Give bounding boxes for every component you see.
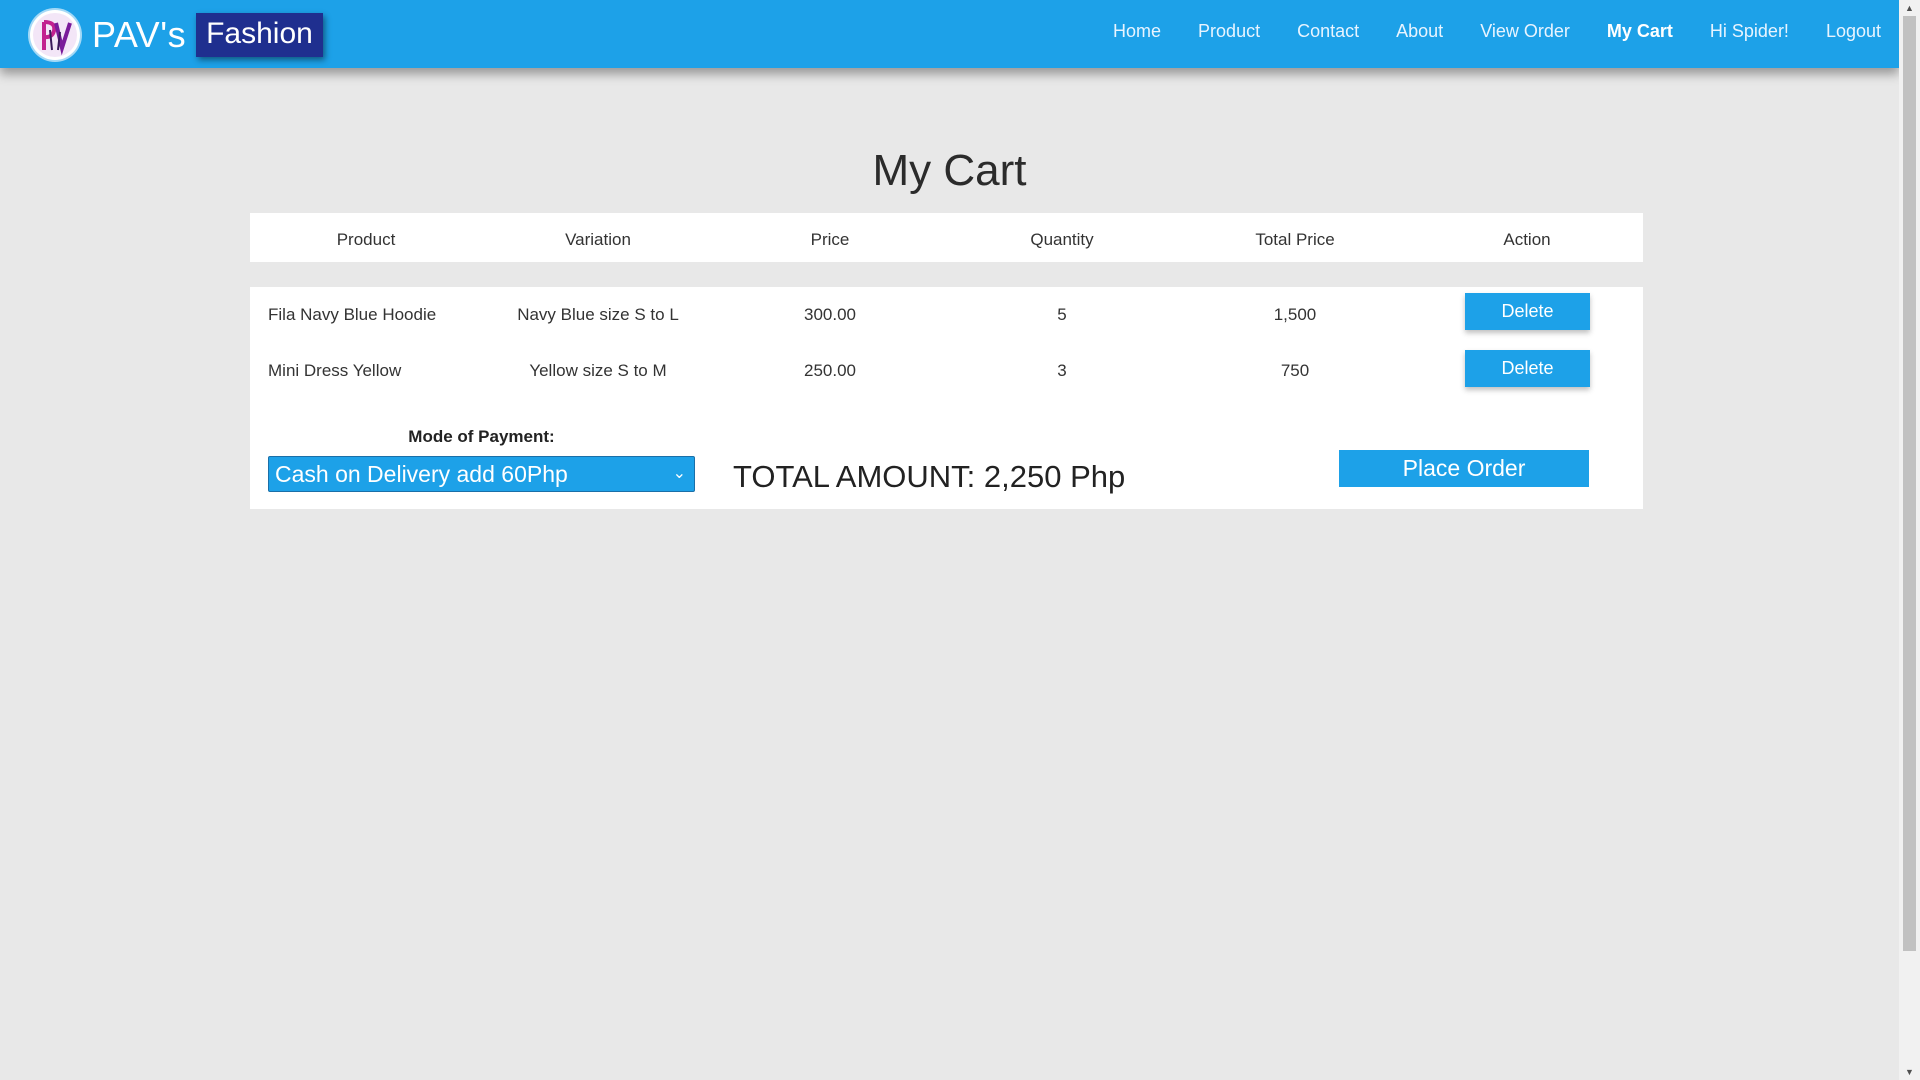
place-order-button[interactable]: Place Order (1339, 450, 1589, 487)
header-price: Price (810, 230, 850, 249)
nav-menu: Home Product Contact About View Order My… (1076, 0, 1881, 62)
header-product: Product (336, 230, 396, 249)
nav-about[interactable]: About (1396, 21, 1443, 42)
scroll-up-icon[interactable]: ▲ (1899, 0, 1920, 16)
page-title: My Cart (872, 146, 1027, 195)
row-variation: Navy Blue size S to L (517, 305, 679, 324)
brand[interactable]: PAV's Fashion (30, 5, 323, 65)
row-quantity: 5 (1057, 305, 1067, 324)
logo-graphic (33, 13, 77, 57)
brand-tag: Fashion (196, 13, 323, 57)
nav-logout[interactable]: Logout (1826, 21, 1881, 42)
header-quantity: Quantity (1030, 230, 1094, 249)
nav-view-order[interactable]: View Order (1480, 21, 1570, 42)
row-product: Fila Navy Blue Hoodie (268, 305, 437, 324)
chevron-down-icon: ⌄ (672, 465, 686, 482)
payment-mode-label: Mode of Payment: (408, 427, 555, 446)
total-amount: TOTAL AMOUNT: 2,250 Php (733, 459, 1126, 494)
nav-user-greeting[interactable]: Hi Spider! (1710, 21, 1789, 42)
payment-mode-value: Cash on Delivery add 60Php (275, 461, 568, 487)
scroll-down-icon[interactable]: ▼ (1899, 1064, 1920, 1080)
row-price: 250.00 (804, 361, 856, 380)
top-navbar: PAV's Fashion Home Product Contact About… (0, 0, 1899, 68)
header-variation: Variation (565, 230, 631, 249)
vertical-scrollbar[interactable]: ▲ ▼ (1899, 0, 1920, 1080)
nav-home[interactable]: Home (1113, 21, 1161, 42)
header-action: Action (1503, 230, 1551, 249)
nav-my-cart[interactable]: My Cart (1607, 21, 1673, 42)
brand-logo (30, 10, 80, 60)
payment-mode-select[interactable]: Cash on Delivery add 60Php ⌄ (268, 456, 695, 492)
scroll-thumb[interactable] (1903, 16, 1916, 951)
row-price: 300.00 (804, 305, 856, 324)
row-product: Mini Dress Yellow (268, 361, 402, 380)
page: PAV's Fashion Home Product Contact About… (0, 0, 1920, 1080)
nav-product[interactable]: Product (1198, 21, 1260, 42)
row-variation: Yellow size S to M (529, 361, 667, 380)
brand-name: PAV's (92, 14, 187, 55)
header-total-price: Total Price (1255, 230, 1335, 249)
delete-button[interactable]: Delete (1465, 350, 1590, 387)
cart-table-header: Product Variation Price Quantity Total P… (250, 213, 1643, 262)
row-total-price: 1,500 (1273, 305, 1317, 324)
row-quantity: 3 (1057, 361, 1067, 380)
row-total-price: 750 (1280, 361, 1310, 380)
delete-button[interactable]: Delete (1465, 293, 1590, 330)
nav-contact[interactable]: Contact (1297, 21, 1359, 42)
cart-table-body: Fila Navy Blue Hoodie Navy Blue size S t… (250, 287, 1643, 509)
